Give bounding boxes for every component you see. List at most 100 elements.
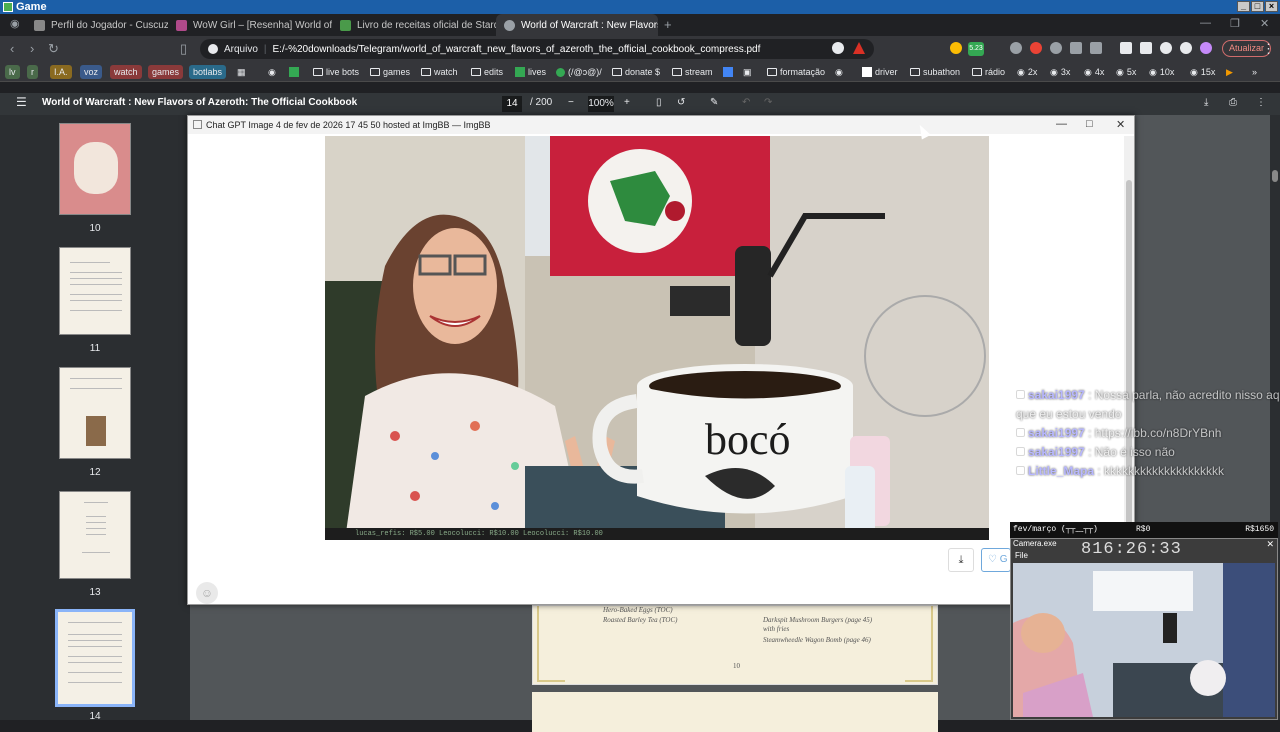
bookmark-lv[interactable]: lv	[5, 65, 20, 79]
bookmark-games-tag[interactable]: games	[148, 65, 184, 79]
folder-icon	[910, 68, 920, 76]
zoom-level[interactable]: 100%	[588, 96, 614, 112]
tab-cuscuzbot[interactable]: Perfil do Jogador - CuscuzBot	[26, 14, 168, 36]
bookmarks-overflow-icon[interactable]: »	[1252, 65, 1257, 79]
bookmark-ia[interactable]: I.A.	[50, 65, 72, 79]
image-popup-window[interactable]: Chat GPT Image 4 de fev de 2026 17 45 50…	[187, 115, 1135, 605]
browser-restore-button[interactable]: ❐	[1230, 17, 1240, 30]
camera-file-menu[interactable]: File	[1015, 551, 1028, 560]
extension-icon[interactable]	[1050, 42, 1062, 54]
bookmark-r[interactable]: r	[27, 65, 38, 79]
bookmark-stream[interactable]: stream	[672, 65, 713, 79]
tab-stardew-cookbook[interactable]: Livro de receitas oficial de Stardew V	[332, 14, 496, 36]
os-maximize-button[interactable]: □	[1251, 1, 1264, 12]
profile-avatar-icon[interactable]	[1200, 42, 1212, 54]
extension-icon[interactable]	[1010, 42, 1022, 54]
bookmark-15x[interactable]: ◉ 15x	[1190, 65, 1215, 79]
forward-icon[interactable]: ›	[30, 41, 34, 56]
bookmark-driver[interactable]: driver	[862, 65, 898, 79]
bookmark-voz[interactable]: voz	[80, 65, 103, 79]
bookmark-3x[interactable]: ◉ 3x	[1050, 65, 1070, 79]
smiley-icon[interactable]: ☺	[196, 582, 218, 604]
bookmark-formatacao[interactable]: formatação	[767, 65, 825, 79]
url-text[interactable]: E:/-%20downloads/Telegram/world_of_warcr…	[273, 44, 761, 55]
apps-grid-icon[interactable]: ▦	[237, 65, 246, 79]
camera-close-button[interactable]: ✕	[1266, 539, 1274, 550]
print-icon[interactable]: ⎙	[1229, 97, 1237, 108]
bookmark-watch-folder[interactable]: watch	[421, 65, 458, 79]
undo-icon[interactable]: ↶	[742, 97, 750, 108]
record-extension-icon[interactable]	[1030, 42, 1042, 54]
popup-title: Chat GPT Image 4 de fev de 2026 17 45 50…	[206, 120, 491, 130]
bookmark-orange-icon[interactable]: ▶	[1226, 65, 1233, 79]
puzzle-extensions-icon[interactable]	[1070, 42, 1082, 54]
reload-icon[interactable]: ↻	[48, 41, 59, 57]
popup-scrollbar-thumb[interactable]	[1126, 180, 1132, 560]
leo-icon[interactable]	[1160, 42, 1172, 54]
omnibox[interactable]: Arquivo | E:/-%20downloads/Telegram/worl…	[200, 39, 874, 59]
bookmark-5x[interactable]: ◉ 5x	[1116, 65, 1136, 79]
redo-icon[interactable]: ↷	[764, 97, 772, 108]
browser-minimize-button[interactable]: —	[1200, 17, 1211, 29]
fit-page-icon[interactable]: ▯	[656, 97, 662, 108]
like-button[interactable]: ♡ G	[981, 548, 1011, 572]
thumbnail-page-12[interactable]	[59, 367, 131, 459]
new-tab-button[interactable]: +	[664, 17, 672, 32]
bookmark-globe[interactable]: ◉	[268, 65, 276, 79]
camera-window[interactable]: Camera.exe 816:26:33 ✕ File	[1010, 538, 1278, 720]
bookmark-4x[interactable]: ◉ 4x	[1084, 65, 1104, 79]
pdf-more-icon[interactable]: ⋮	[1256, 97, 1266, 108]
bookmark-icon[interactable]: ▯	[180, 41, 187, 57]
zoom-out-button[interactable]: −	[568, 97, 574, 108]
extension-icon[interactable]	[1090, 42, 1102, 54]
popup-minimize-button[interactable]: —	[1056, 118, 1067, 130]
os-minimize-button[interactable]: _	[1237, 1, 1250, 12]
bookmark-green[interactable]	[289, 65, 299, 79]
bookmark-globe-2[interactable]: ◉	[835, 65, 843, 79]
vpn-icon[interactable]	[1180, 42, 1192, 54]
os-close-button[interactable]: ×	[1265, 1, 1278, 12]
bookmark-lives[interactable]: lives	[515, 65, 546, 79]
zoom-in-button[interactable]: +	[624, 97, 630, 108]
annotate-icon[interactable]: ✎	[710, 97, 718, 108]
bookmark-subathon[interactable]: subathon	[910, 65, 960, 79]
scrollbar-thumb[interactable]	[1272, 170, 1278, 182]
tab-wow-girl[interactable]: WoW Girl – [Resenha] World of Warc	[168, 14, 332, 36]
bookmark-2x[interactable]: ◉ 2x	[1017, 65, 1037, 79]
bookmark-live-bots[interactable]: live bots	[313, 65, 359, 79]
extension-yellow-icon[interactable]	[950, 42, 962, 54]
thumbnail-page-11[interactable]	[59, 247, 131, 335]
extension-badge[interactable]: 5.23	[968, 42, 984, 56]
popup-close-button[interactable]: ✕	[1116, 118, 1125, 131]
thumbnail-page-14-selected[interactable]	[55, 609, 135, 707]
bookmark-kaomoji[interactable]: (/@ɔ@)/	[556, 65, 602, 79]
tab-wow-pdf[interactable]: World of Warcraft : New Flavors ✕	[496, 14, 658, 36]
bookmark-10x[interactable]: ◉ 10x	[1149, 65, 1174, 79]
bookmark-donate[interactable]: donate $	[612, 65, 660, 79]
image-download-button[interactable]: ⤓	[948, 548, 974, 572]
download-icon[interactable]: ⤓	[1204, 97, 1208, 108]
bookmark-blue-1[interactable]	[723, 65, 733, 79]
back-icon[interactable]: ‹	[10, 41, 14, 56]
browser-close-button[interactable]: ✕	[1260, 17, 1269, 30]
bookmark-radio[interactable]: rádio	[972, 65, 1005, 79]
tab-search-icon[interactable]: ◉	[10, 17, 20, 30]
rotate-icon[interactable]: ↺	[677, 97, 685, 108]
bookmark-botlabs[interactable]: botlabs	[189, 65, 227, 79]
wallet-icon[interactable]	[1140, 42, 1152, 54]
bookmark-games[interactable]: games	[370, 65, 410, 79]
thumbnail-page-10[interactable]	[59, 123, 131, 215]
bookmark-edits[interactable]: edits	[471, 65, 503, 79]
hosted-image: bocó	[325, 136, 989, 540]
thumbnail-page-13[interactable]	[59, 491, 131, 579]
menu-kebab-icon[interactable]: ⋮	[1262, 41, 1275, 57]
popup-titlebar[interactable]: Chat GPT Image 4 de fev de 2026 17 45 50…	[188, 116, 1134, 134]
brave-shield-icon[interactable]	[832, 42, 844, 54]
info-icon[interactable]	[208, 44, 218, 54]
sidebar-icon[interactable]	[1120, 42, 1132, 54]
pdf-menu-icon[interactable]: ☰	[16, 95, 27, 109]
bookmark-square[interactable]: ▣	[743, 65, 752, 79]
bookmark-watch[interactable]: watch	[110, 65, 142, 79]
page-number-input[interactable]: 14	[502, 96, 522, 112]
popup-maximize-button[interactable]: □	[1086, 118, 1093, 130]
